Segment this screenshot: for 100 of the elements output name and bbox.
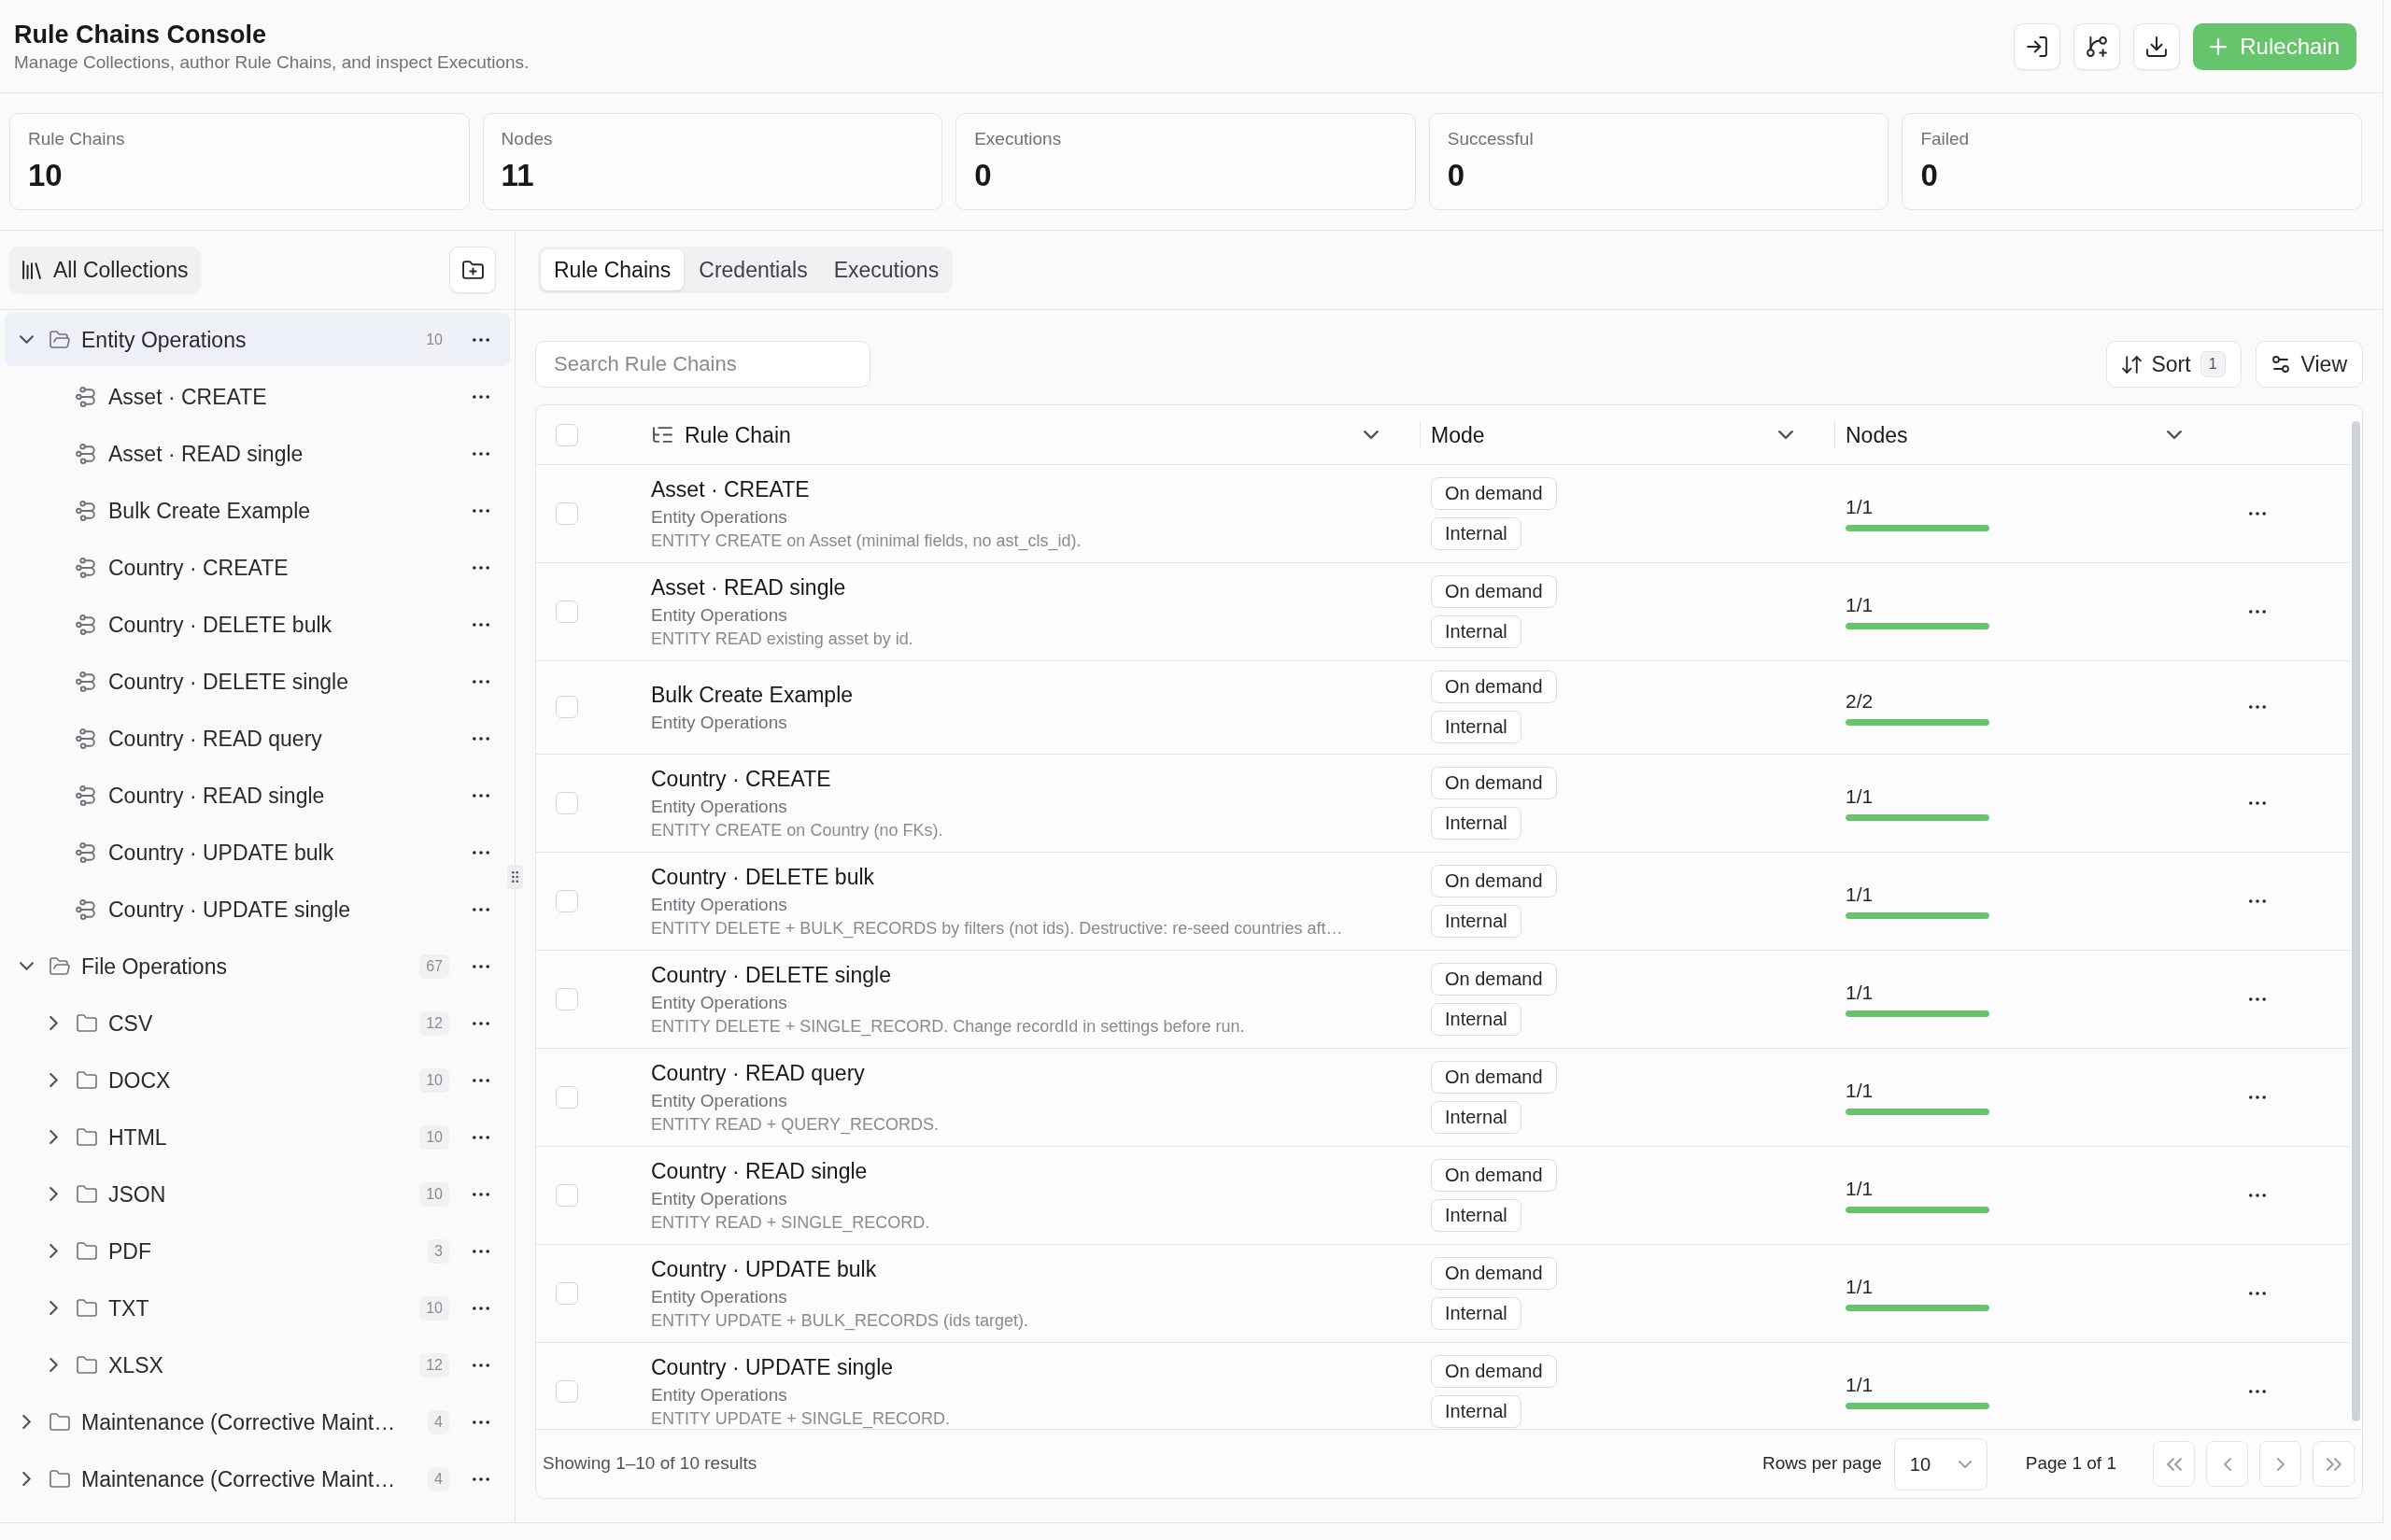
all-collections-button[interactable]: All Collections	[9, 247, 202, 293]
sort-button[interactable]: Sort 1	[2106, 341, 2242, 388]
checkbox[interactable]	[556, 696, 578, 718]
tree-row[interactable]: Country · READ single	[5, 769, 510, 822]
column-header[interactable]: Nodes	[1846, 420, 1908, 449]
chevron-right-icon[interactable]	[21, 1415, 31, 1429]
chevron-right-icon[interactable]	[49, 1187, 58, 1201]
chevron-down-icon[interactable]	[2167, 431, 2182, 439]
tree-row[interactable]: PDF 3	[5, 1224, 510, 1278]
tree-row[interactable]: HTML 10	[5, 1110, 510, 1164]
tree-row[interactable]: TXT 10	[5, 1281, 510, 1335]
results-summary: Showing 1–10 of 10 results	[543, 1452, 757, 1476]
checkbox[interactable]	[556, 423, 578, 446]
chevron-down-icon[interactable]	[19, 962, 34, 970]
chevron-right-icon[interactable]	[49, 1073, 58, 1087]
mode-tag: Internal	[1431, 1394, 1521, 1428]
ellipsis-icon	[473, 907, 489, 911]
checkbox[interactable]	[556, 1183, 578, 1207]
checkbox[interactable]	[556, 987, 578, 1010]
checkbox[interactable]	[556, 791, 578, 814]
chevron-right-icon[interactable]	[49, 1301, 58, 1315]
ellipsis-icon	[473, 1249, 489, 1253]
chevron-right-icon[interactable]	[49, 1358, 58, 1372]
tree-row[interactable]: Maintenance (Corrective Maint… 4	[5, 1395, 510, 1448]
rule-chain-name[interactable]: Country · UPDATE bulk	[651, 1254, 877, 1285]
branch-button[interactable]	[2073, 22, 2121, 70]
tree-row[interactable]: Country · DELETE bulk	[5, 598, 510, 651]
ellipsis-icon	[473, 679, 489, 684]
rule-chain-description: ENTITY READ + SINGLE_RECORD.	[651, 1212, 930, 1234]
folder-icon	[49, 954, 71, 978]
rule-chain-name[interactable]: Country · CREATE	[651, 764, 831, 795]
download-button[interactable]	[2133, 22, 2181, 70]
rule-chain-name[interactable]: Asset · CREATE	[651, 474, 810, 505]
resize-handle[interactable]	[507, 865, 523, 889]
chevron-down-icon[interactable]	[1778, 431, 1793, 439]
rule-chain-name: Asset · CREATE	[108, 383, 268, 411]
checkbox[interactable]	[556, 1379, 578, 1403]
flow-icon	[76, 557, 96, 578]
rule-chain-name[interactable]: Bulk Create Example	[651, 679, 854, 711]
tree-row[interactable]: CSV 12	[5, 996, 510, 1050]
mode-tag: Internal	[1431, 1198, 1521, 1232]
rule-chain-name[interactable]: Asset · READ single	[651, 572, 846, 603]
tree-row[interactable]: XLSX 12	[5, 1338, 510, 1392]
chevron-right-icon[interactable]	[21, 1472, 31, 1486]
tree-row[interactable]: Country · UPDATE bulk	[5, 826, 510, 879]
tree-row[interactable]: Country · READ query	[5, 712, 510, 765]
chevron-down-icon[interactable]	[19, 335, 34, 344]
ellipsis-icon	[473, 1192, 489, 1196]
stat-value: 0	[974, 157, 993, 194]
rule-chain-name[interactable]: Country · READ single	[651, 1156, 868, 1187]
checkbox[interactable]	[556, 1281, 578, 1305]
tree-row[interactable]: Asset · READ single	[5, 427, 510, 480]
rule-chain-name[interactable]: Country · DELETE bulk	[651, 862, 875, 893]
tree-row[interactable]: File Operations 67	[5, 940, 510, 993]
stat-label: Successful	[1447, 128, 1535, 150]
tree-row[interactable]: JSON 10	[5, 1167, 510, 1221]
tree-row[interactable]: Country · DELETE single	[5, 655, 510, 708]
new-folder-button[interactable]	[449, 247, 496, 293]
tree-row[interactable]: Country · CREATE	[5, 541, 510, 594]
tree-row[interactable]: DOCX 10	[5, 1053, 510, 1107]
item-count: 12	[419, 1352, 449, 1378]
checkbox[interactable]	[556, 889, 578, 912]
node-count: 1/1	[1846, 1275, 1874, 1299]
tree-row[interactable]: Asset · CREATE	[5, 370, 510, 423]
rule-chain-name: Country · UPDATE single	[108, 896, 352, 924]
chevron-right-icon[interactable]	[49, 1130, 58, 1144]
tree-row[interactable]: Bulk Create Example	[5, 484, 510, 537]
rule-chain-name[interactable]: Country · UPDATE single	[651, 1352, 894, 1383]
checkbox[interactable]	[556, 1085, 578, 1109]
node-count: 1/1	[1846, 1177, 1874, 1201]
view-button[interactable]: View	[2255, 341, 2363, 388]
chevron-right-icon[interactable]	[49, 1244, 58, 1258]
folder-icon	[49, 328, 71, 351]
tree-row[interactable]: Entity Operations 10	[5, 313, 510, 366]
checkbox[interactable]	[556, 600, 578, 623]
tab[interactable]: Executions	[822, 249, 951, 290]
ellipsis-icon	[2249, 1193, 2266, 1197]
rule-chain-name[interactable]: Country · DELETE single	[651, 960, 891, 991]
tab[interactable]: Rule Chains	[541, 249, 685, 290]
rule-chain-name[interactable]: Country · READ query	[651, 1058, 865, 1089]
flow-icon	[76, 614, 96, 635]
rows-per-page-select[interactable]: 10	[1893, 1437, 1988, 1491]
chevron-down-icon[interactable]	[1364, 431, 1379, 439]
column-header[interactable]: Mode	[1431, 420, 1485, 449]
column-header[interactable]: Rule Chain	[685, 420, 791, 449]
tree-row[interactable]: Country · UPDATE single	[5, 883, 510, 936]
import-button[interactable]	[2014, 22, 2061, 70]
node-count: 1/1	[1846, 784, 1874, 809]
sort-count: 1	[2200, 351, 2226, 377]
chevron-right-icon[interactable]	[49, 1016, 58, 1030]
checkbox[interactable]	[556, 502, 578, 525]
ellipsis-icon	[2249, 1095, 2266, 1099]
tree-row[interactable]: Maintenance (Corrective Maint… 4	[5, 1452, 510, 1505]
mode-tag: On demand	[1431, 476, 1557, 510]
ellipsis-icon	[473, 622, 489, 627]
scrollbar-thumb[interactable]	[2351, 421, 2360, 1421]
item-count: 10	[419, 1124, 449, 1150]
tab[interactable]: Credentials	[687, 249, 819, 290]
rule-chain-description: ENTITY READ + QUERY_RECORDS.	[651, 1114, 939, 1136]
search-field[interactable]: Search Rule Chains	[535, 341, 870, 388]
